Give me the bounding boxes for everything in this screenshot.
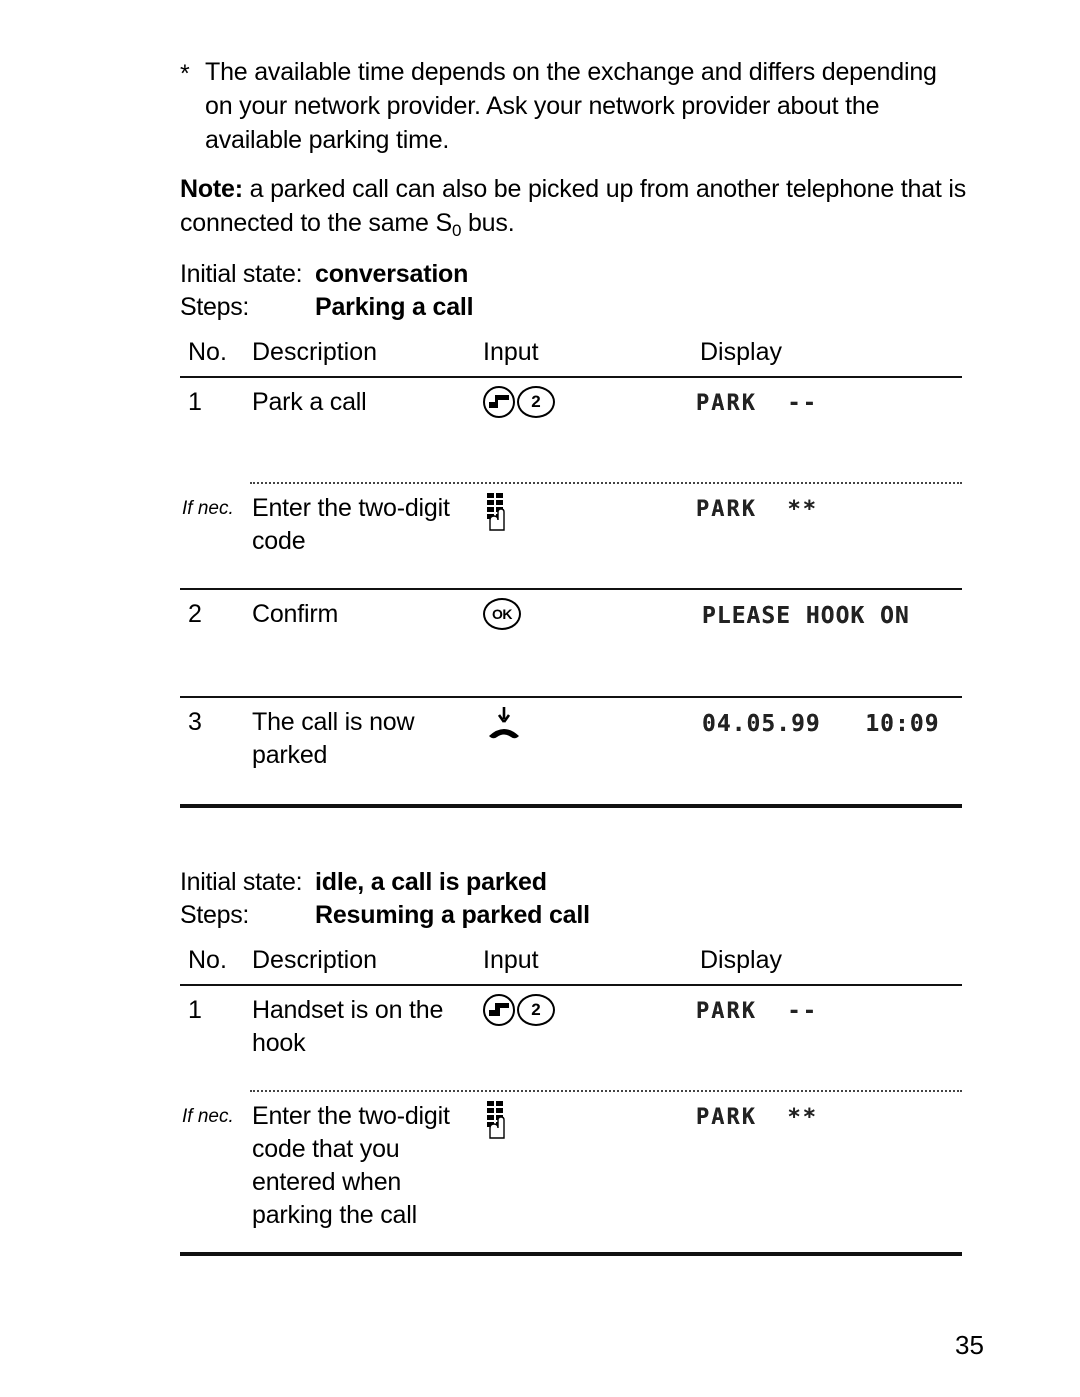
- row-input-icons: [483, 706, 688, 746]
- section-1-initial-state-value: conversation: [315, 260, 469, 288]
- column-header-description: Description: [252, 946, 378, 974]
- page-number: 35: [955, 1330, 984, 1360]
- keypad-hand-icon[interactable]: [483, 1100, 513, 1140]
- table-row: If nec. Enter the two-digit code that yo…: [180, 1092, 962, 1252]
- section-1-table: No. Description Input Display 1 Park a c…: [180, 338, 962, 808]
- row-description: Confirm: [252, 600, 339, 628]
- note-paragraph: Note: a parked call can also be picked u…: [180, 172, 970, 248]
- section-2-table: No. Description Input Display 1 Handset …: [180, 946, 962, 1256]
- column-header-display: Display: [700, 946, 782, 974]
- section-2-heading: Initial state: idle, a call is parked Ste…: [180, 866, 970, 932]
- row-number: 1: [188, 996, 202, 1024]
- note-text-after: bus.: [461, 209, 515, 237]
- row-description: Park a call: [252, 388, 367, 416]
- flash-r-key-icon[interactable]: [483, 994, 515, 1026]
- footnote-paragraph: * The available time depends on the exch…: [180, 55, 950, 157]
- table-row: 3 The call is now parked 04.05.99 10:09: [180, 698, 962, 804]
- table-row: 1 Park a call 2 PARK --: [180, 378, 962, 482]
- digit-2-key-label: 2: [531, 392, 541, 411]
- manual-page: * The available time depends on the exch…: [0, 0, 1080, 1397]
- section-1-steps-label: Steps:: [180, 293, 250, 321]
- section-1-steps-value: Parking a call: [315, 293, 474, 321]
- section-2-initial-state-label: Initial state:: [180, 868, 303, 896]
- section-1-initial-state-row: Initial state: conversation: [180, 258, 970, 291]
- flash-step-glyph: [489, 1003, 509, 1016]
- column-header-input: Input: [483, 946, 539, 974]
- note-label: Note:: [180, 175, 243, 203]
- footnote-marker: *: [180, 60, 190, 88]
- column-header-display: Display: [700, 338, 782, 366]
- row-input-icons: [483, 1100, 688, 1140]
- row-number: 3: [188, 708, 202, 736]
- section-2-initial-state-row: Initial state: idle, a call is parked: [180, 866, 970, 899]
- section-1-steps-row: Steps: Parking a call: [180, 291, 970, 324]
- section-1-heading: Initial state: conversation Steps: Parking…: [180, 258, 970, 324]
- section-1-initial-state-label: Initial state:: [180, 260, 303, 288]
- row-description: Enter the two-digit code: [252, 494, 450, 555]
- footnote-text: The available time depends on the exchan…: [205, 58, 937, 154]
- row-number: If nec.: [182, 498, 234, 519]
- flash-r-key-icon[interactable]: [483, 386, 515, 418]
- table-row: 2 Confirm OK PLEASE HOOK ON: [180, 590, 962, 696]
- digit-2-key-icon[interactable]: 2: [517, 386, 555, 418]
- section-2-steps-value: Resuming a parked call: [315, 901, 590, 929]
- row-description: The call is now parked: [252, 708, 415, 769]
- row-description: Handset is on the hook: [252, 996, 444, 1057]
- note-subscript: 0: [451, 221, 462, 240]
- section-2-table-header: No. Description Input Display: [180, 946, 962, 984]
- row-input-icons: 2: [483, 994, 688, 1034]
- ok-key-icon[interactable]: OK: [483, 598, 521, 630]
- lcd-display-text: 04.05.99 10:09: [702, 711, 940, 737]
- digit-2-key-icon[interactable]: 2: [517, 994, 555, 1026]
- row-number: 1: [188, 388, 202, 416]
- section-2-steps-label: Steps:: [180, 901, 250, 929]
- table-row: 1 Handset is on the hook 2 PARK --: [180, 986, 962, 1090]
- row-input-icons: 2: [483, 386, 688, 426]
- section-2-steps-row: Steps: Resuming a parked call: [180, 899, 970, 932]
- note-text-before: a parked call can also be picked up from…: [180, 175, 967, 237]
- column-header-no: No.: [188, 946, 227, 974]
- table-bottom-rule: [180, 804, 962, 808]
- row-number: 2: [188, 600, 202, 628]
- keypad-hand-glyph: [487, 1101, 505, 1139]
- row-input-icons: [483, 492, 688, 532]
- hang-up-icon[interactable]: [483, 706, 525, 740]
- keypad-hand-icon[interactable]: [483, 492, 513, 532]
- column-header-description: Description: [252, 338, 378, 366]
- flash-step-glyph: [489, 395, 509, 408]
- ok-key-label: OK: [492, 606, 513, 622]
- row-description: Enter the two-digit code that you entere…: [252, 1102, 450, 1229]
- row-input-icons: OK: [483, 598, 688, 638]
- hang-up-glyph: [489, 707, 519, 739]
- keypad-hand-glyph: [487, 493, 505, 531]
- section-1-table-header: No. Description Input Display: [180, 338, 962, 376]
- section-2-initial-state-value: idle, a call is parked: [315, 868, 547, 896]
- lcd-display-text: PLEASE HOOK ON: [702, 603, 910, 629]
- row-number: If nec.: [182, 1106, 234, 1127]
- column-header-no: No.: [188, 338, 227, 366]
- digit-2-key-label: 2: [531, 1000, 541, 1019]
- table-row: If nec. Enter the two-digit code PARK **: [180, 484, 962, 588]
- column-header-input: Input: [483, 338, 539, 366]
- table-bottom-rule: [180, 1252, 962, 1256]
